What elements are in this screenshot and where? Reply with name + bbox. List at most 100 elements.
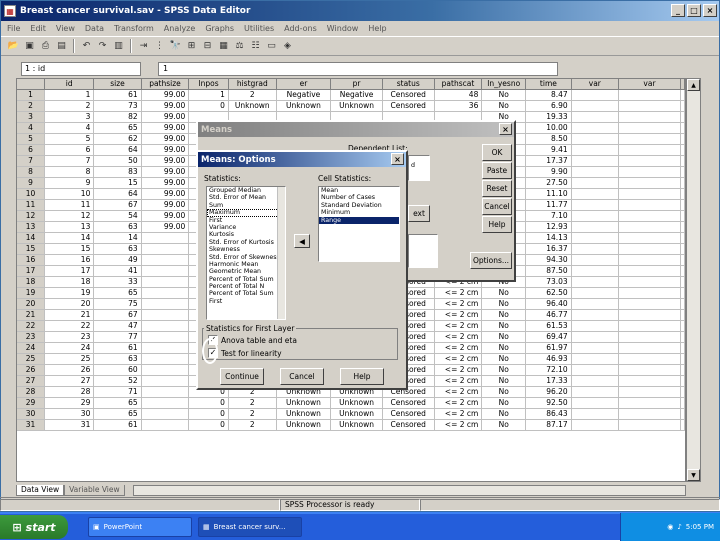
table-cell[interactable]: 15 — [44, 243, 95, 256]
row-number[interactable]: 5 — [17, 133, 46, 146]
table-cell[interactable]: 9 — [44, 177, 95, 190]
row-number[interactable]: 15 — [17, 243, 46, 256]
tab-data-view[interactable]: Data View — [16, 484, 65, 496]
table-cell[interactable] — [618, 353, 682, 366]
weight-cases-icon[interactable]: ⚖ — [233, 40, 246, 53]
table-cell[interactable] — [680, 89, 685, 102]
table-cell[interactable]: 20 — [44, 298, 95, 311]
table-cell[interactable] — [680, 375, 685, 388]
column-header[interactable]: lnpos — [188, 79, 229, 91]
column-header[interactable]: id — [44, 79, 95, 91]
table-cell[interactable]: No — [481, 397, 527, 410]
column-header[interactable]: pathsize — [141, 79, 190, 91]
table-cell[interactable]: 0 — [188, 100, 229, 113]
table-cell[interactable]: 33 — [93, 276, 142, 289]
table-cell[interactable]: 54 — [93, 210, 142, 223]
minimize-button[interactable]: _ — [671, 4, 685, 17]
table-cell[interactable]: Unknown — [228, 100, 277, 113]
table-cell[interactable] — [571, 276, 619, 289]
statistics-item[interactable]: Std. Error of Kurtosis — [207, 239, 279, 246]
table-cell[interactable]: Unknown — [276, 397, 332, 410]
table-cell[interactable] — [618, 331, 682, 344]
row-number[interactable]: 3 — [17, 111, 46, 124]
cell-statistics-item[interactable]: Mean — [319, 187, 399, 194]
table-cell[interactable] — [571, 375, 619, 388]
table-cell[interactable] — [141, 386, 190, 399]
table-cell[interactable]: No — [481, 287, 527, 300]
table-cell[interactable]: 62 — [93, 133, 142, 146]
table-cell[interactable] — [571, 221, 619, 234]
table-cell[interactable] — [571, 309, 619, 322]
menu-addons[interactable]: Add-ons — [284, 24, 317, 33]
table-cell[interactable]: No — [481, 89, 527, 102]
table-cell[interactable] — [141, 232, 190, 245]
table-cell[interactable] — [571, 408, 619, 421]
table-cell[interactable]: Unknown — [330, 419, 383, 432]
table-cell[interactable]: 6.90 — [525, 100, 572, 113]
options-button[interactable]: Options... — [470, 252, 512, 269]
table-cell[interactable]: Censored — [382, 397, 435, 410]
column-header[interactable]: var — [571, 79, 619, 91]
table-cell[interactable]: 83 — [93, 166, 142, 179]
table-cell[interactable]: 2 — [228, 397, 277, 410]
table-cell[interactable] — [571, 342, 619, 355]
redo-icon[interactable]: ↷ — [96, 40, 109, 53]
table-cell[interactable]: <= 2 cm — [434, 375, 483, 388]
table-cell[interactable]: 52 — [93, 375, 142, 388]
statistics-item[interactable]: Grouped Median — [207, 187, 279, 194]
table-cell[interactable]: 99.00 — [141, 210, 190, 223]
independent-list-box[interactable] — [408, 234, 438, 268]
table-cell[interactable]: <= 2 cm — [434, 287, 483, 300]
table-cell[interactable] — [680, 166, 685, 179]
table-cell[interactable] — [680, 232, 685, 245]
table-cell[interactable]: No — [481, 375, 527, 388]
table-cell[interactable] — [618, 397, 682, 410]
column-header[interactable]: er — [276, 79, 332, 91]
table-cell[interactable]: 47 — [93, 320, 142, 333]
linearity-checkbox[interactable]: ✓ Test for linearity — [208, 348, 282, 358]
table-cell[interactable] — [680, 397, 685, 410]
row-number[interactable]: 24 — [17, 342, 46, 355]
table-cell[interactable]: 14.13 — [525, 232, 572, 245]
variables-icon[interactable]: ⋮ — [153, 40, 166, 53]
table-cell[interactable]: 2 — [44, 100, 95, 113]
table-cell[interactable]: 48 — [434, 89, 483, 102]
table-cell[interactable]: 65 — [93, 122, 142, 135]
move-left-arrow-icon[interactable]: ◀ — [294, 234, 310, 248]
split-file-icon[interactable]: ▦ — [217, 40, 230, 53]
table-cell[interactable] — [571, 353, 619, 366]
table-cell[interactable] — [141, 419, 190, 432]
table-cell[interactable]: <= 2 cm — [434, 397, 483, 410]
table-cell[interactable]: 99.00 — [141, 122, 190, 135]
table-cell[interactable]: No — [481, 100, 527, 113]
menu-view[interactable]: View — [56, 24, 75, 33]
table-cell[interactable]: 99.00 — [141, 111, 190, 124]
table-cell[interactable] — [618, 298, 682, 311]
table-cell[interactable]: 1 — [44, 89, 95, 102]
row-number[interactable]: 16 — [17, 254, 46, 267]
table-cell[interactable]: Censored — [382, 100, 435, 113]
table-cell[interactable] — [571, 89, 619, 102]
table-cell[interactable]: <= 2 cm — [434, 386, 483, 399]
table-cell[interactable]: 61.97 — [525, 342, 572, 355]
table-cell[interactable]: 9.41 — [525, 144, 572, 157]
table-cell[interactable]: 62.50 — [525, 287, 572, 300]
table-cell[interactable]: No — [481, 419, 527, 432]
table-cell[interactable]: 94.30 — [525, 254, 572, 267]
table-cell[interactable] — [141, 408, 190, 421]
goto-case-icon[interactable]: ⇥ — [137, 40, 150, 53]
table-cell[interactable]: 0 — [188, 397, 229, 410]
table-cell[interactable]: 0 — [188, 419, 229, 432]
table-cell[interactable] — [618, 232, 682, 245]
column-header[interactable]: size — [93, 79, 142, 91]
table-cell[interactable] — [571, 265, 619, 278]
table-cell[interactable]: 99.00 — [141, 221, 190, 234]
table-cell[interactable] — [618, 320, 682, 333]
table-cell[interactable]: 99.00 — [141, 89, 190, 102]
table-cell[interactable] — [141, 331, 190, 344]
table-cell[interactable] — [141, 254, 190, 267]
statistics-item[interactable]: First — [207, 217, 279, 224]
network-icon[interactable]: ◉ — [667, 523, 673, 531]
column-header[interactable]: pathscat — [434, 79, 483, 91]
table-cell[interactable] — [618, 122, 682, 135]
